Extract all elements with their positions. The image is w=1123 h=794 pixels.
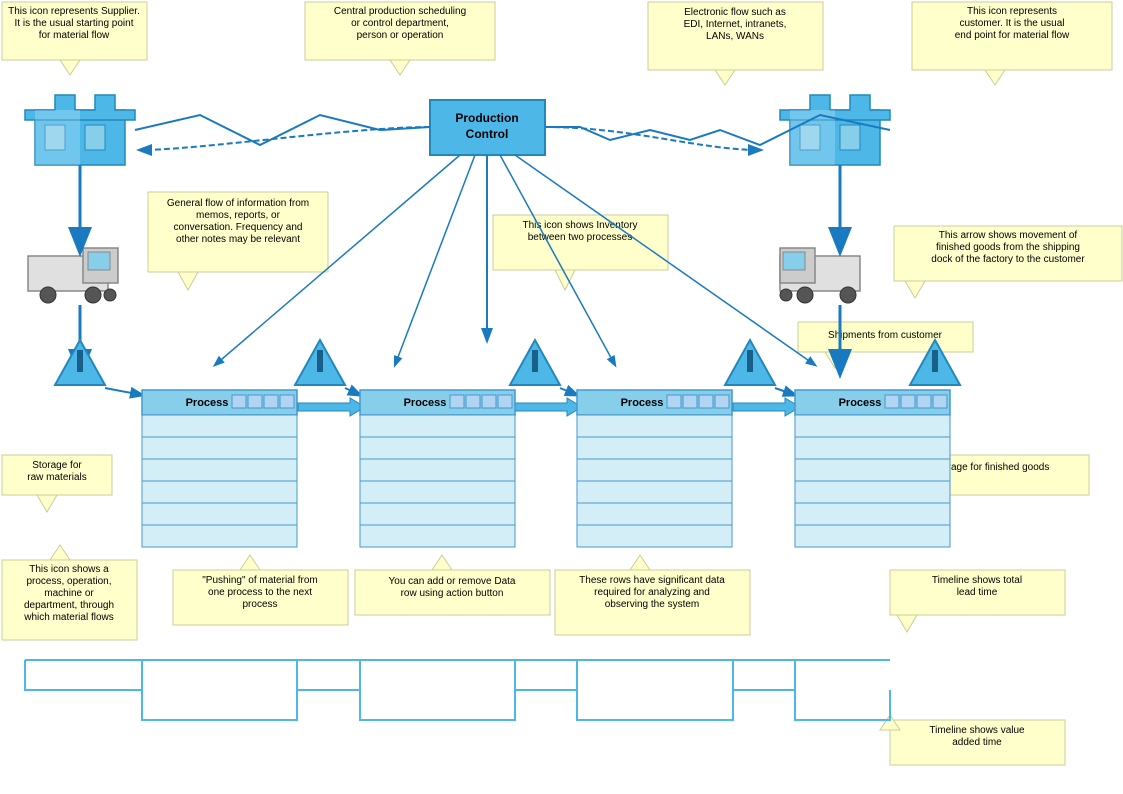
push-arrow-3-4 <box>733 398 800 416</box>
svg-text:end point for material flow: end point for material flow <box>955 30 1070 41</box>
svg-text:or control department,: or control department, <box>351 18 449 29</box>
svg-text:for material flow: for material flow <box>39 30 110 41</box>
svg-text:finished goods from the shipp: finished goods from the shipping <box>936 242 1080 253</box>
timeline-steps <box>25 660 890 690</box>
svg-text:These rows have significant da: These rows have significant data <box>579 575 725 586</box>
svg-text:one process to the next: one process to the next <box>208 587 312 598</box>
svg-text:lead time: lead time <box>957 587 998 598</box>
tri3-to-proc4 <box>775 388 795 395</box>
arrow-to-proc2 <box>395 155 475 365</box>
svg-text:customer. It is the usual: customer. It is the usual <box>959 18 1064 29</box>
process-box-4: Process <box>795 390 950 547</box>
svg-text:required for analyzing and: required for analyzing and <box>594 587 710 598</box>
svg-text:Timeline shows total: Timeline shows total <box>932 575 1022 586</box>
diagram-container: { "title": "Value Stream Map", "callouts… <box>0 0 1123 794</box>
svg-text:"Pushing" of material from: "Pushing" of material from <box>202 575 317 586</box>
svg-text:EDI, Internet, intranets,: EDI, Internet, intranets, <box>684 19 787 30</box>
timeline-value-3 <box>577 690 733 720</box>
svg-text:Control: Control <box>466 127 509 141</box>
svg-text:You can add or remove Data: You can add or remove Data <box>389 576 516 587</box>
svg-text:memos, reports, or: memos, reports, or <box>196 210 281 221</box>
svg-text:Storage for: Storage for <box>32 460 82 471</box>
production-control-label: Production <box>455 111 518 125</box>
svg-text:process, operation,: process, operation, <box>26 576 111 587</box>
svg-text:Timeline shows value: Timeline shows value <box>929 725 1025 736</box>
tri2-to-proc3 <box>560 388 577 395</box>
svg-text:process: process <box>242 599 277 610</box>
push-arrow-2-3 <box>515 398 582 416</box>
svg-text:raw materials: raw materials <box>27 472 86 483</box>
svg-text:which material flows: which material flows <box>23 612 113 623</box>
electronic-arrow-left <box>135 115 430 145</box>
process-box-3: Process <box>577 390 732 547</box>
timeline-value-4 <box>795 690 890 720</box>
svg-text:Shipments from customer: Shipments from customer <box>828 330 943 341</box>
svg-text:Process: Process <box>621 397 664 409</box>
i-marker-4 <box>932 350 938 372</box>
svg-text:person or operation: person or operation <box>357 30 444 41</box>
svg-text:This icon shows a: This icon shows a <box>29 564 109 575</box>
svg-text:row using action button: row using action button <box>401 588 504 599</box>
i-marker-1 <box>317 350 323 372</box>
process-box-2: Process <box>360 390 515 547</box>
tri1-to-proc2 <box>345 388 360 395</box>
svg-text:added time: added time <box>952 737 1002 748</box>
svg-text:conversation. Frequency and: conversation. Frequency and <box>174 222 303 233</box>
svg-text:Central production scheduling: Central production scheduling <box>334 6 466 17</box>
i-marker-2 <box>532 350 538 372</box>
svg-text:This icon represents Supplier.: This icon represents Supplier. <box>8 6 140 17</box>
svg-text:Process: Process <box>186 397 229 409</box>
svg-text:machine or: machine or <box>44 588 94 599</box>
svg-text:It is the usual starting point: It is the usual starting point <box>15 18 134 29</box>
i-marker-0 <box>77 350 83 372</box>
push-arrow-1-2 <box>298 398 365 416</box>
svg-text:This arrow shows movement of: This arrow shows movement of <box>939 230 1078 241</box>
supplier-factory <box>25 95 135 165</box>
svg-text:Process: Process <box>839 397 882 409</box>
customer-factory <box>780 95 890 165</box>
tri0-to-proc1 <box>105 388 142 395</box>
svg-text:General flow of information fr: General flow of information from <box>167 198 309 209</box>
truck-right <box>780 248 860 303</box>
main-svg: This icon represents Supplier. It is the… <box>0 0 1123 794</box>
svg-text:other notes may be relevant: other notes may be relevant <box>176 234 300 245</box>
timeline-value-1 <box>142 690 297 720</box>
svg-text:This icon represents: This icon represents <box>967 6 1057 17</box>
svg-text:LANs, WANs: LANs, WANs <box>706 31 764 42</box>
svg-text:dock of the factory to the cus: dock of the factory to the customer <box>931 254 1085 265</box>
svg-text:Process: Process <box>404 397 447 409</box>
truck-left <box>28 248 118 303</box>
svg-text:observing the system: observing the system <box>605 599 700 610</box>
process-box-1: Process <box>142 390 297 547</box>
svg-text:Electronic flow such as: Electronic flow such as <box>684 7 786 18</box>
svg-text:department, through: department, through <box>24 600 114 611</box>
timeline-value-2 <box>360 690 515 720</box>
i-marker-3 <box>747 350 753 372</box>
